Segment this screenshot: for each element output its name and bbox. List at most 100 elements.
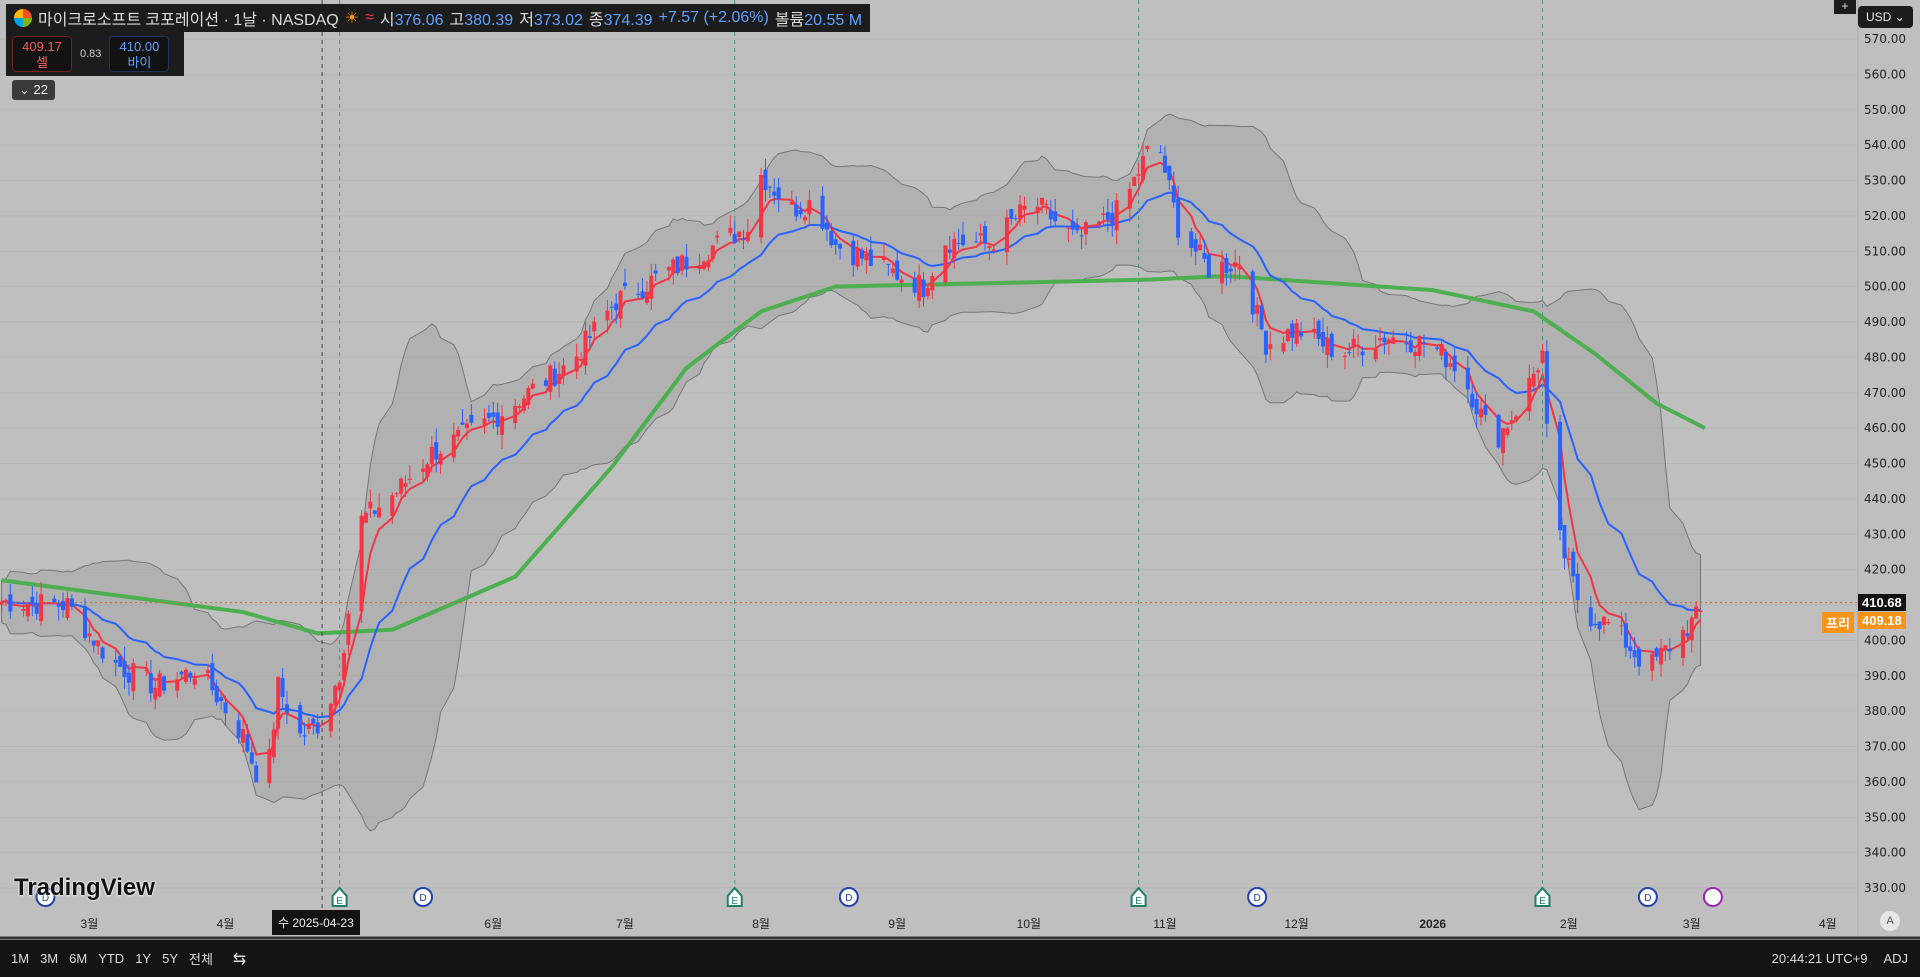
candle-body <box>1250 271 1255 315</box>
time-tick: 3월 <box>81 917 99 931</box>
candle-body <box>1685 633 1690 637</box>
candle-body <box>1294 323 1299 344</box>
candle-body <box>39 594 44 622</box>
candle-body <box>1285 329 1290 342</box>
candle-body <box>574 356 579 372</box>
candle-body <box>1228 268 1233 272</box>
candle-body <box>618 291 623 319</box>
split-lightning-icon <box>1702 887 1723 907</box>
low-value: 373.02 <box>533 12 583 29</box>
sell-button[interactable]: 409.17 셀 <box>12 36 72 72</box>
buy-button[interactable]: 410.00 바이 <box>109 36 170 72</box>
candle-body <box>1066 227 1071 229</box>
candle-body <box>987 246 992 249</box>
delayed-icon: ≈ <box>365 9 374 26</box>
range-ytd[interactable]: YTD <box>98 951 124 966</box>
candle-body <box>1694 606 1699 619</box>
candle-body <box>1290 323 1295 338</box>
candle-body <box>69 598 74 607</box>
candle-body <box>684 256 689 270</box>
candle-body <box>1132 177 1137 187</box>
spread: 0.83 <box>80 48 102 60</box>
candle-body <box>666 267 671 271</box>
candle-body <box>1281 342 1286 352</box>
candle-body <box>1588 607 1593 627</box>
candle-body <box>1299 331 1304 337</box>
candle-body <box>991 249 996 252</box>
auto-scale-button[interactable]: A <box>1880 911 1900 931</box>
range-all[interactable]: 전체 <box>189 949 213 968</box>
range-6m[interactable]: 6M <box>69 951 87 966</box>
candle-body <box>377 507 382 518</box>
earnings-e-icon-label: E <box>1135 896 1142 907</box>
dividend-marker: D <box>1637 887 1658 907</box>
tradingview-watermark: TradingView <box>14 874 155 901</box>
range-3m[interactable]: 3M <box>40 951 58 966</box>
candle-body <box>741 238 746 241</box>
candle-body <box>1597 621 1602 630</box>
candle-body <box>267 748 272 784</box>
add-plus-icon[interactable]: + <box>1834 0 1856 14</box>
candle-body <box>21 608 26 611</box>
candle-body <box>65 598 70 619</box>
candle-body <box>333 685 338 706</box>
dividend-marker: D <box>413 887 434 907</box>
candle-body <box>829 231 834 246</box>
candle-body <box>772 191 777 196</box>
candle-body <box>1220 261 1225 284</box>
candle-body <box>25 604 30 617</box>
candle-body <box>157 673 162 697</box>
candle-body <box>495 412 500 427</box>
candle-body <box>1347 352 1352 354</box>
symbol-header[interactable]: 마이크로소프트 코포레이션 · 1날 · NASDAQ ☀ ≈ 시376.06 … <box>6 4 871 32</box>
candle-body <box>1606 622 1611 624</box>
candle-body <box>1233 262 1238 268</box>
buy-sell-panel: 409.17 셀 0.83 410.00 바이 <box>6 32 184 76</box>
indicator-count: 22 <box>33 82 48 97</box>
change-value: +7.57 (+2.06%) <box>658 9 769 26</box>
candle-body <box>824 222 829 230</box>
candle-body <box>1391 337 1396 344</box>
price-tick: 480.00 <box>1864 350 1906 364</box>
candle-body <box>311 718 316 724</box>
candle-body <box>1531 373 1536 387</box>
price-chart[interactable]: 570.00 560.00 550.00 540.00 530.00 520.00 510.… <box>0 0 1920 940</box>
low-label: 저 <box>519 12 534 29</box>
date-range-icon[interactable]: ⇆ <box>233 949 246 969</box>
candle-body <box>530 383 535 389</box>
price-tick: 560.00 <box>1864 67 1906 81</box>
range-5y[interactable]: 5Y <box>162 951 178 966</box>
candle-body <box>1127 188 1132 209</box>
candle-body <box>1654 648 1659 657</box>
candle-body <box>952 238 957 259</box>
candle-body <box>1004 217 1009 253</box>
candle <box>183 667 188 684</box>
candle-body <box>1329 333 1334 357</box>
candle-body <box>737 231 742 237</box>
range-1m[interactable]: 1M <box>11 951 29 966</box>
price-tick: 390.00 <box>1864 669 1906 683</box>
candle-body <box>1097 221 1102 225</box>
range-1y[interactable]: 1Y <box>135 951 151 966</box>
indicators-collapse-button[interactable]: ⌄ 22 <box>12 80 55 100</box>
candle-body <box>557 373 562 385</box>
candle-body <box>126 672 131 683</box>
currency-select[interactable]: USD ⌄ <box>1858 6 1913 28</box>
candle-body <box>429 446 434 465</box>
candle-body <box>61 601 66 611</box>
candle-body <box>1404 343 1409 345</box>
candle-body <box>1075 224 1080 231</box>
price-tick: 400.00 <box>1864 633 1906 647</box>
currency-value: USD <box>1866 10 1892 24</box>
candle-body <box>1101 213 1106 215</box>
candle-body <box>759 174 764 238</box>
adj-button[interactable]: ADJ <box>1883 951 1908 966</box>
candle-body <box>302 735 307 737</box>
candle-body <box>1443 351 1448 368</box>
clock[interactable]: 20:44:21 UTC+9 <box>1772 951 1868 966</box>
candle-body <box>1342 355 1347 357</box>
candle-body <box>706 260 711 268</box>
candle-body <box>1593 623 1598 626</box>
sell-price: 409.17 <box>22 39 62 54</box>
candle-body <box>579 359 584 361</box>
